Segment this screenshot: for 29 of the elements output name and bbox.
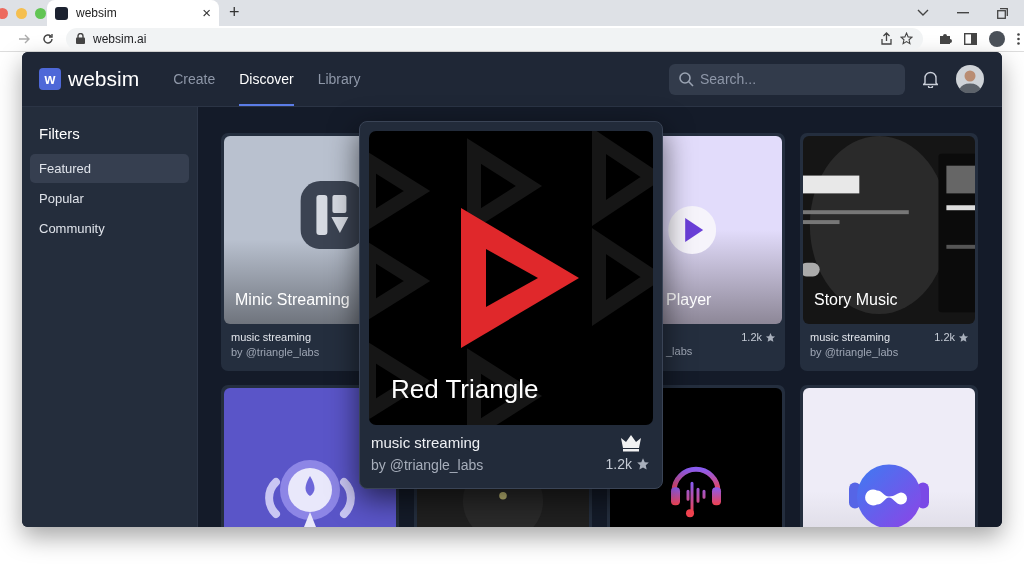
category-text: music streaming bbox=[231, 331, 313, 343]
category-text: music streaming bbox=[371, 434, 482, 451]
card-title: Minic Streaming bbox=[234, 291, 350, 310]
star-count: 1.2k bbox=[605, 456, 632, 472]
address-bar[interactable]: websim.ai bbox=[66, 27, 923, 50]
nav-tab[interactable]: Create bbox=[173, 52, 216, 106]
author-text: by @triangle_labs bbox=[371, 457, 484, 473]
card-title: Story Music bbox=[813, 291, 898, 310]
logo-icon[interactable]: w bbox=[39, 68, 61, 90]
url-text: websim.ai bbox=[93, 31, 147, 46]
browser-tab[interactable]: websim × bbox=[47, 0, 219, 26]
filter-item[interactable]: Featured bbox=[30, 154, 189, 183]
project-card[interactable]: Story Music music streaming by @triangle_labs 1.2k bbox=[800, 133, 978, 371]
close-tab-button[interactable]: × bbox=[202, 6, 211, 20]
author-text: _labs bbox=[666, 345, 693, 357]
filter-item[interactable]: Community bbox=[30, 214, 189, 243]
star-count: 1.2k bbox=[934, 331, 955, 343]
nav-tab[interactable]: Library bbox=[317, 52, 361, 106]
new-tab-button[interactable]: + bbox=[229, 2, 240, 22]
star-count: 1.2k bbox=[741, 331, 762, 343]
tab-title: websim bbox=[76, 6, 118, 20]
filters-heading: Filters bbox=[38, 125, 81, 142]
card-title: Player bbox=[665, 291, 712, 310]
search-field[interactable]: Search... bbox=[669, 63, 905, 95]
author-text: by @triangle_labs bbox=[810, 346, 899, 358]
author-text: by @triangle_labs bbox=[231, 346, 320, 358]
category-text: music streaming bbox=[810, 331, 892, 343]
logo-text[interactable]: websim bbox=[68, 67, 140, 91]
filter-item[interactable]: Popular bbox=[30, 184, 189, 213]
